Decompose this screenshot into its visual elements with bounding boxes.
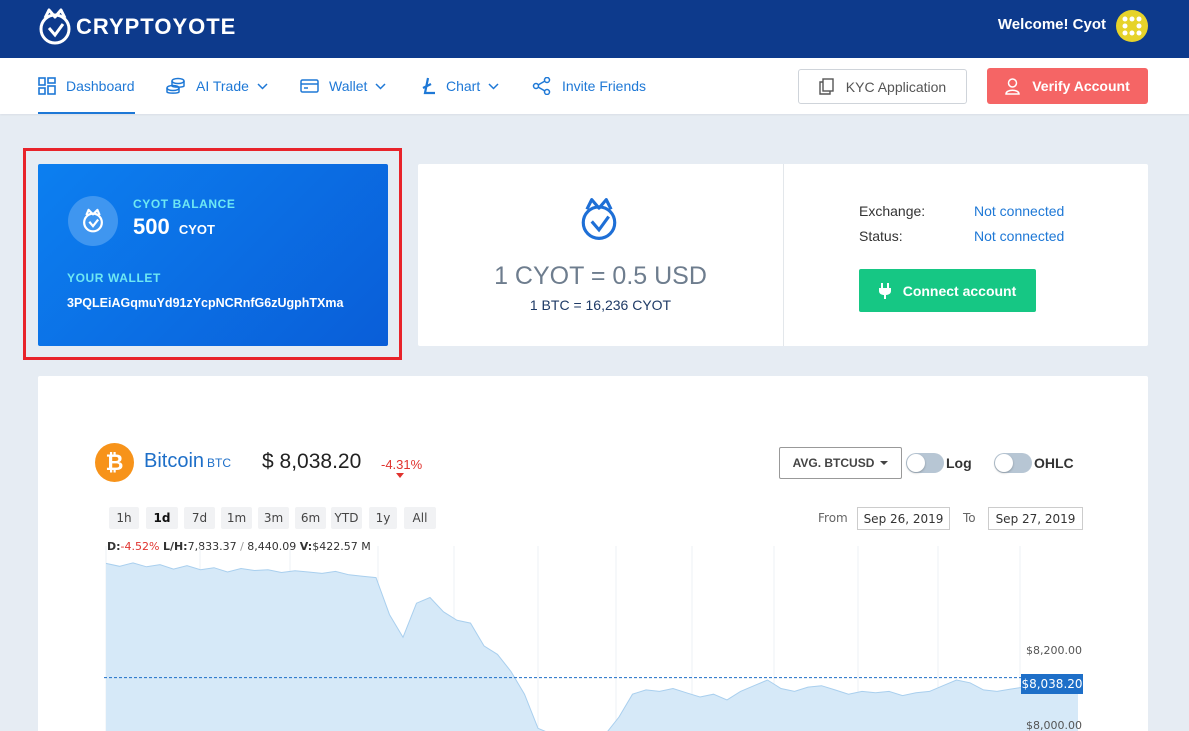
litecoin-icon [422,77,435,95]
rate-sub: 1 BTC = 16,236 CYOT [529,297,672,313]
verify-account-label: Verify Account [1032,78,1130,94]
avatar-pattern-icon [1122,16,1142,36]
balance-value: 500 CYOT [133,214,215,240]
balance-card: CYOT BALANCE 500 CYOT YOUR WALLET 3PQLEi… [38,164,388,346]
price-area [106,562,1078,731]
balance-label: CYOT BALANCE [133,197,236,211]
current-price-tag: $8,038.20 [1021,674,1083,694]
logo[interactable]: CRYPTOYOTE [38,8,236,46]
nav-ai-trade-label: AI Trade [196,78,249,94]
chevron-down-icon [257,82,268,90]
status-label: Status: [859,228,903,244]
chart-panel: ₿ Bitcoin BTC $ 8,038.20 -4.31% AVG. BTCU… [38,376,1148,731]
chevron-down-icon [488,82,499,90]
rate-card: 1 CYOT = 0.5 USD 1 BTC = 16,236 CYOT Exc… [418,164,1148,346]
rate-main: 1 CYOT = 0.5 USD [494,262,707,290]
y-tick-label: $8,200.00 [1026,644,1082,657]
y-tick-label: $8,000.00 [1026,719,1082,731]
welcome-text: Welcome! Cyot [997,16,1106,33]
exchange-value: Not connected [974,203,1065,219]
rate-divider [783,164,784,346]
nav-ai-trade[interactable]: AI Trade [166,58,268,114]
top-bar: CRYPTOYOTE Welcome! Cyot [0,0,1189,58]
document-copy-icon [819,78,834,95]
price-chart[interactable] [38,376,1148,731]
coyote-logo-icon [581,198,617,240]
status-value: Not connected [974,228,1065,244]
nav-invite-friends-label: Invite Friends [562,78,647,94]
nav-dashboard[interactable]: Dashboard [38,58,135,114]
nav-dashboard-label: Dashboard [66,78,135,94]
balance-unit: CYOT [178,222,215,237]
cyot-coin-icon [68,196,118,246]
share-icon [532,77,551,95]
dashboard-icon [38,77,56,95]
connect-account-label: Connect account [902,282,1017,299]
nav-wallet-label: Wallet [329,78,368,94]
wallet-label: YOUR WALLET [67,271,161,285]
user-icon [1005,77,1020,95]
nav-chart-label: Chart [446,78,481,94]
coins-icon [166,77,185,94]
brand-name: CRYPTOYOTE [76,14,237,39]
exchange-label: Exchange: [859,203,926,219]
balance-amount: 500 [133,214,170,239]
connect-account-button[interactable]: Connect account [859,269,1036,312]
chevron-down-icon [375,82,386,90]
nav-chart[interactable]: Chart [422,58,499,114]
kyc-application-label: KYC Application [845,78,947,95]
coyote-logo-icon [39,8,71,45]
wallet-address[interactable]: 3PQLEiAGqmuYd91zYcpNCRnfG6zUgphTXma [67,296,343,310]
avatar[interactable] [1116,10,1148,42]
nav-wallet[interactable]: Wallet [300,58,386,114]
kyc-application-button[interactable]: KYC Application [798,69,967,104]
wallet-icon [300,79,319,93]
plug-icon [878,282,891,299]
verify-account-button[interactable]: Verify Account [987,68,1148,104]
nav-bar: Dashboard AI Trade Wallet Chart Invite F… [0,58,1189,114]
nav-invite-friends[interactable]: Invite Friends [532,58,646,114]
